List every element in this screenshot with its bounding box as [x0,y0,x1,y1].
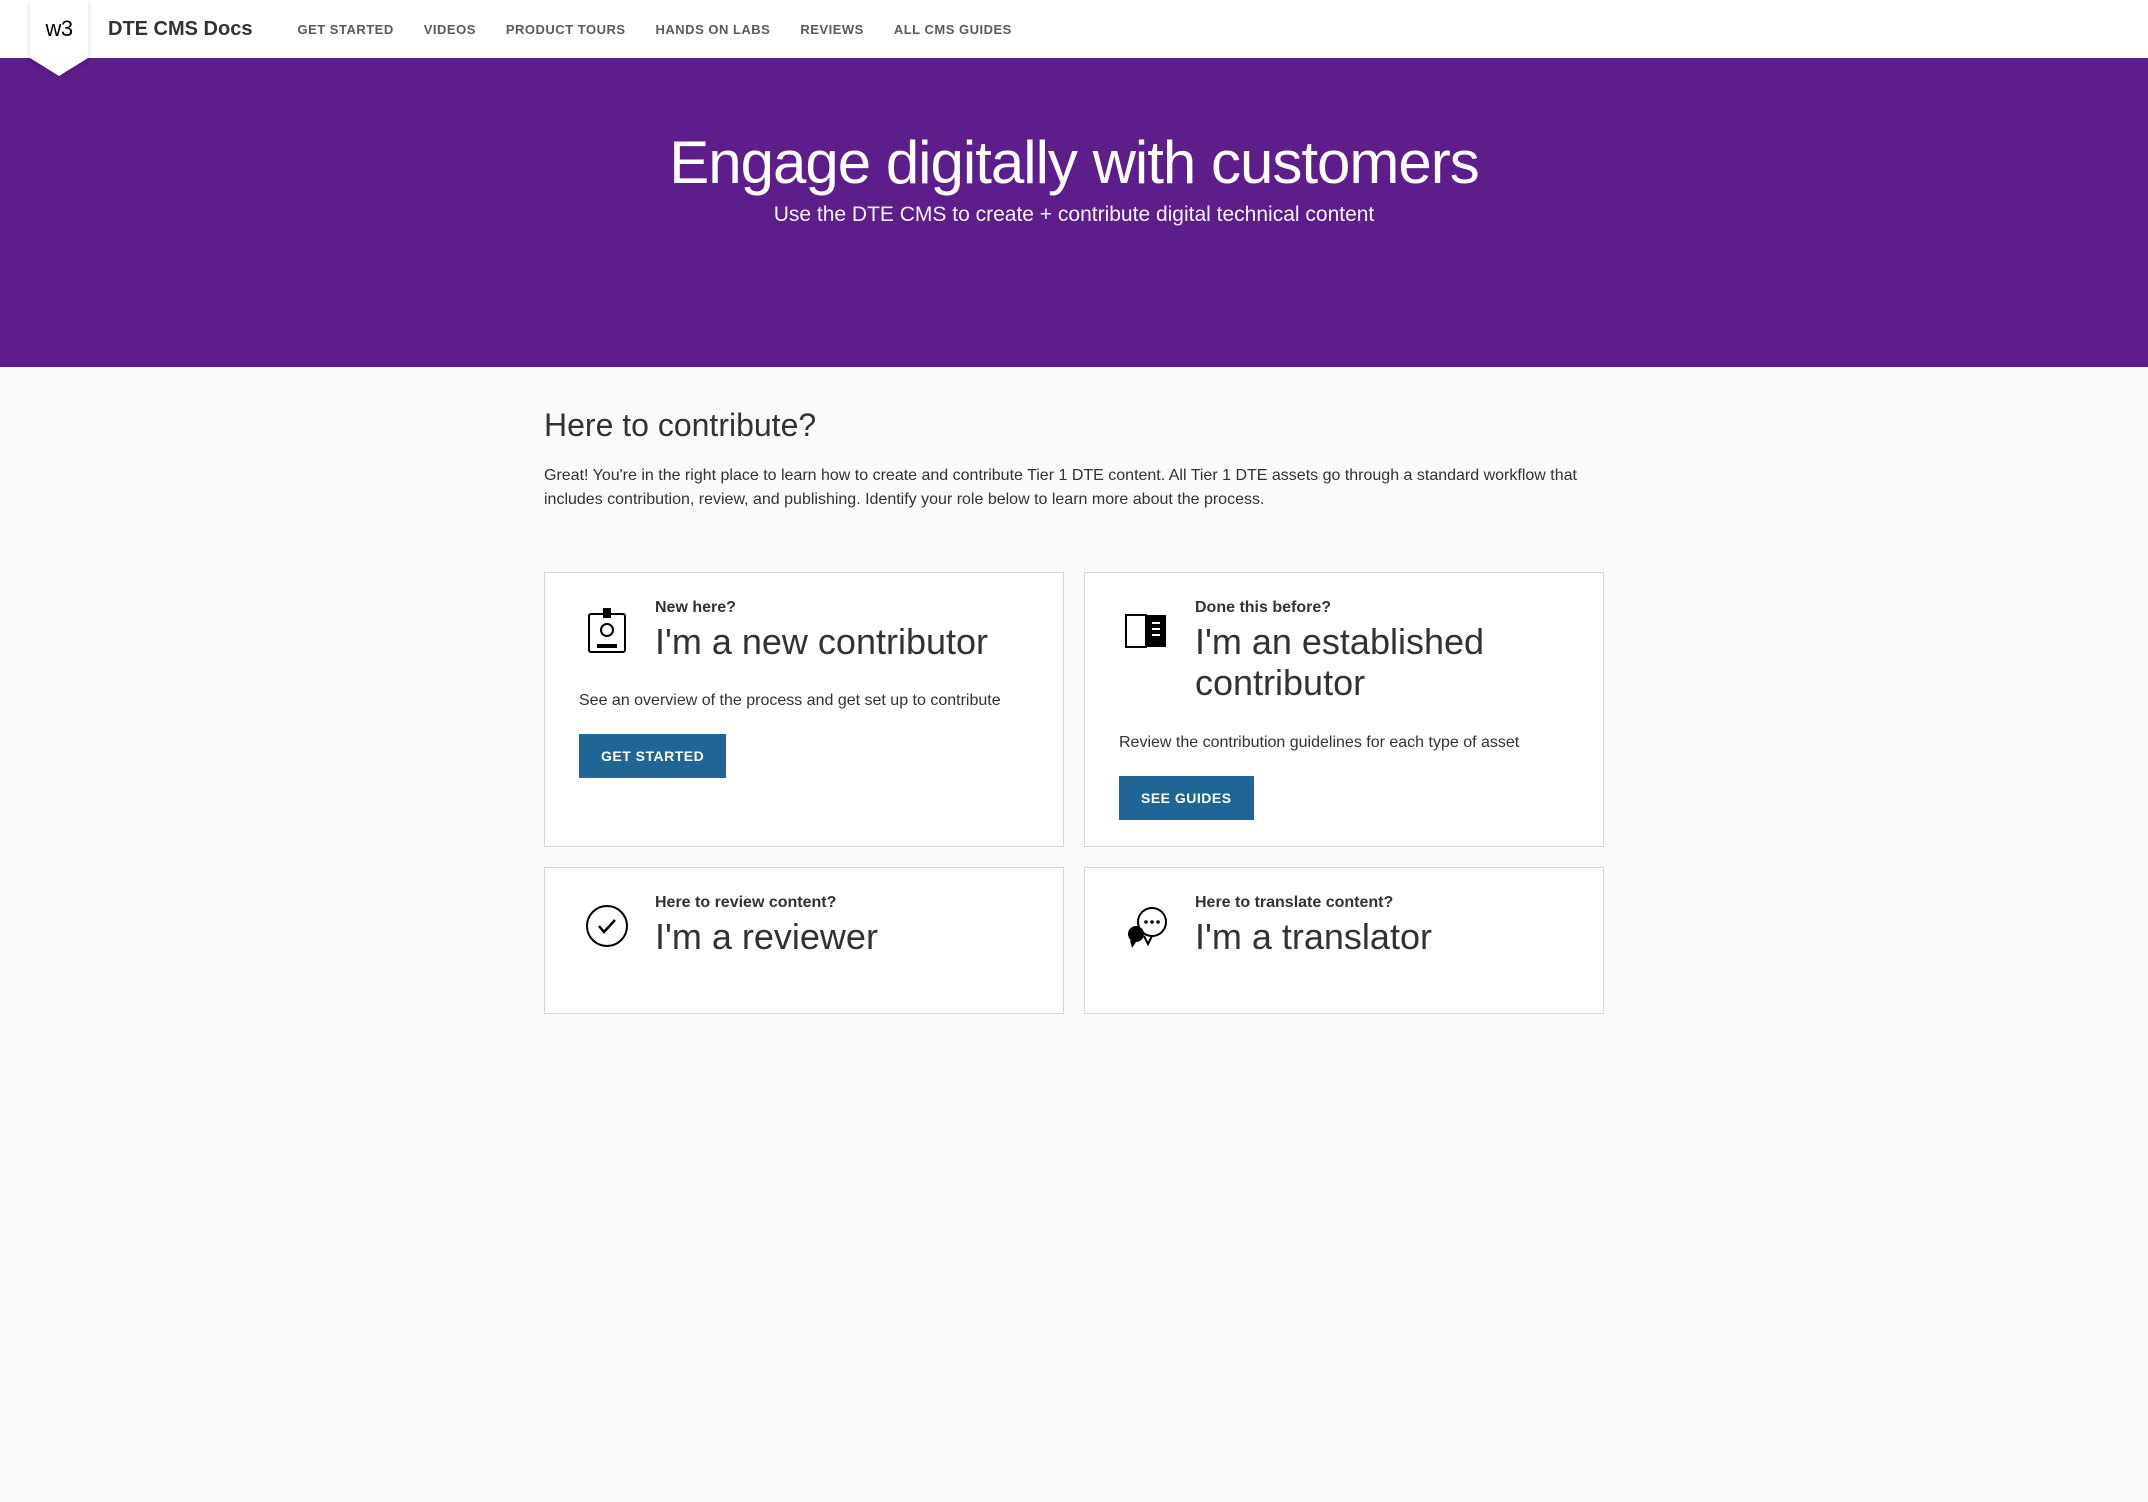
card-new-contributor: New here? I'm a new contributor See an o… [544,572,1064,847]
site-title[interactable]: DTE CMS Docs [108,18,252,41]
card-eyebrow: Done this before? [1195,599,1569,617]
logo-text: w3 [45,16,72,42]
card-eyebrow: Here to translate content? [1195,894,1432,912]
card-title: I'm an established contributor [1195,621,1569,704]
see-guides-button[interactable]: SEE GUIDES [1119,776,1254,820]
top-navigation-bar: w3 DTE CMS Docs GET STARTED VIDEOS PRODU… [0,0,2148,58]
card-eyebrow: New here? [655,599,988,617]
chat-bubbles-icon [1119,898,1175,954]
nav-link-get-started[interactable]: GET STARTED [297,22,393,37]
card-title: I'm a new contributor [655,621,988,662]
nav-link-hands-on-labs[interactable]: HANDS ON LABS [656,22,771,37]
card-description: Review the contribution guidelines for e… [1119,734,1569,752]
card-established-contributor: Done this before? I'm an established con… [1084,572,1604,847]
logo-badge[interactable]: w3 [30,0,88,58]
hero-title: Engage digitally with customers [20,128,2128,197]
card-reviewer: Here to review content? I'm a reviewer [544,867,1064,1014]
section-title: Here to contribute? [544,407,1604,444]
main-content: Here to contribute? Great! You're in the… [524,367,1624,1054]
nav-link-videos[interactable]: VIDEOS [424,22,476,37]
checkmark-circle-icon [579,898,635,954]
hero-subtitle: Use the DTE CMS to create + contribute d… [20,203,2128,227]
nav-link-product-tours[interactable]: PRODUCT TOURS [506,22,626,37]
card-title: I'm a translator [1195,916,1432,957]
primary-nav: GET STARTED VIDEOS PRODUCT TOURS HANDS O… [297,22,1011,37]
get-started-button[interactable]: GET STARTED [579,734,726,778]
id-badge-icon [579,603,635,659]
role-cards-grid: New here? I'm a new contributor See an o… [544,572,1604,1014]
section-description: Great! You're in the right place to lear… [544,464,1604,512]
nav-link-reviews[interactable]: REVIEWS [800,22,863,37]
card-translator: Here to translate content? I'm a transla… [1084,867,1604,1014]
card-title: I'm a reviewer [655,916,878,957]
nav-link-all-cms-guides[interactable]: ALL CMS GUIDES [894,22,1012,37]
card-description: See an overview of the process and get s… [579,692,1029,710]
card-eyebrow: Here to review content? [655,894,878,912]
hero-banner: Engage digitally with customers Use the … [0,58,2148,367]
open-book-icon [1119,603,1175,659]
